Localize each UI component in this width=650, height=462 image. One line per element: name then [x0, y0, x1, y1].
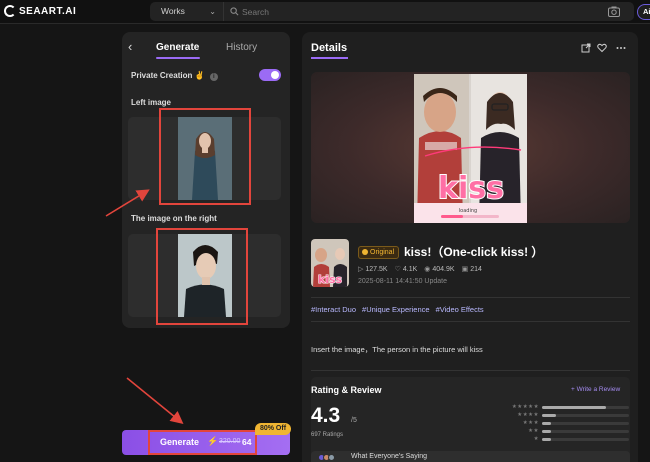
camera-icon[interactable] [608, 6, 620, 17]
divider [311, 321, 630, 322]
back-icon[interactable]: ‹ [128, 40, 132, 53]
rating-bar-row: ★★★★ [501, 411, 629, 419]
tag-unique-experience[interactable]: #Unique Experience [362, 305, 430, 314]
toggle-knob [271, 71, 279, 79]
rating-title: Rating & Review [311, 385, 382, 395]
discount-badge: 80% Off [255, 423, 291, 435]
search-input[interactable] [242, 4, 602, 19]
work-cover-thumbnail[interactable]: kiss [311, 239, 349, 287]
work-description: Insert the image，The person in the pictu… [311, 345, 483, 354]
chevron-down-icon: ⌄ [209, 7, 216, 16]
rating-score: 4.3 [311, 404, 341, 427]
works-dropdown[interactable]: Works ⌄ [150, 2, 224, 21]
annotation-box-left [159, 108, 251, 205]
rating-bar-track [542, 421, 629, 425]
rating-bar-row: ★ [501, 435, 629, 443]
preview-video[interactable]: kiss loading [311, 72, 630, 223]
active-tab-indicator [156, 57, 200, 59]
eye-icon: ◉ [424, 266, 431, 273]
tab-history[interactable]: History [226, 42, 257, 53]
ratings-count: 697 Ratings [311, 432, 344, 438]
rating-bar-fill [542, 421, 551, 425]
comment-icon: ▣ [461, 266, 469, 273]
private-creation-row: Private Creation ✌ i [131, 71, 218, 81]
details-panel: Details kiss loading kiss Original kiss!… [302, 32, 638, 462]
stars-icon: ★ [533, 436, 539, 442]
stat-comments: ▣ 214 [461, 266, 482, 273]
arrow-to-generate [126, 377, 184, 425]
write-review-link[interactable]: + Write a Review [571, 386, 620, 393]
search-icon [230, 7, 239, 16]
rating-distribution: ★★★★★ ★★★★ ★★★ ★★ ★ [501, 403, 629, 443]
reviewer-avatars [318, 454, 335, 461]
rating-bar-fill [542, 429, 551, 433]
original-badge: Original [358, 246, 400, 259]
cover-kiss-text: kiss [318, 273, 343, 286]
brand-name: SEAART.AI [19, 5, 77, 17]
share-icon[interactable] [581, 43, 591, 53]
work-stats: ▷ 127.5K ♡ 4.1K ◉ 404.9K ▣ 214 [358, 265, 482, 273]
brand-logo[interactable]: SEAART.AI [4, 5, 76, 17]
rating-bar-track [542, 437, 629, 441]
annotation-box-right [156, 228, 248, 325]
vip-icon: ✌ [194, 71, 205, 80]
stars-icon: ★★★ [522, 420, 539, 426]
works-label: Works [161, 6, 185, 16]
heart-icon[interactable] [597, 43, 607, 53]
right-image-label: The image on the right [131, 214, 217, 223]
divider [311, 297, 630, 298]
more-icon[interactable] [616, 43, 626, 53]
annotation-box-generate [148, 430, 257, 455]
ai-button[interactable]: Ai [637, 4, 650, 20]
stat-likes: ♡ 4.1K [394, 266, 418, 273]
rating-bar-fill [542, 413, 556, 417]
private-creation-toggle[interactable] [259, 69, 281, 81]
details-underline [311, 57, 348, 59]
rating-bar-track [542, 413, 629, 417]
stars-icon: ★★★★★ [511, 404, 539, 410]
rating-bar-track [542, 405, 629, 409]
details-title: Details [311, 42, 348, 54]
divider [311, 370, 630, 371]
rating-bar-row: ★★★ [501, 419, 629, 427]
everyone-saying-label: What Everyone's Saying [351, 453, 428, 460]
kiss-preview-image: kiss loading [414, 74, 527, 223]
left-image-label: Left image [131, 98, 172, 107]
everyone-saying-header[interactable]: What Everyone's Saying [311, 451, 630, 462]
rating-bar-row: ★★★★★ [501, 403, 629, 411]
cover-image: kiss [311, 239, 349, 287]
stars-icon: ★★★★ [517, 412, 539, 418]
info-icon[interactable]: i [209, 73, 218, 81]
generate-panel: ‹ Generate History Private Creation ✌ i … [122, 32, 290, 328]
tag-video-effects[interactable]: #Video Effects [436, 305, 484, 314]
panel-tabs: ‹ Generate History [122, 32, 290, 62]
play-icon: ▷ [358, 266, 364, 273]
logo-icon [4, 5, 16, 17]
stat-runs: ▷ 127.5K [358, 266, 388, 273]
avatar [328, 454, 335, 461]
tag-list: #Interact Duo #Unique Experience #Video … [311, 305, 484, 314]
rating-review-section: Rating & Review + Write a Review 4.3 /5 … [311, 377, 630, 462]
private-creation-label: Private Creation [131, 71, 193, 80]
search-bar: Works ⌄ [150, 2, 634, 21]
original-icon [362, 249, 368, 255]
stars-icon: ★★ [528, 428, 539, 434]
stat-views: ◉ 404.9K [424, 266, 455, 273]
update-time: 2025-08-11 14:41:50 Update [358, 278, 447, 285]
rating-bar-fill [542, 405, 607, 409]
rating-bar-track [542, 429, 629, 433]
like-icon: ♡ [394, 266, 401, 273]
work-title: kiss!（One-click kiss! ） [404, 245, 544, 259]
top-bar: SEAART.AI Works ⌄ Ai [0, 0, 650, 24]
rating-bar-row: ★★ [501, 427, 629, 435]
original-label: Original [370, 249, 395, 256]
hero-kiss-text: kiss [438, 171, 504, 206]
hero-loading-text: loading [459, 208, 477, 214]
rating-bar-fill [542, 437, 551, 441]
tag-interact-duo[interactable]: #Interact Duo [311, 305, 356, 314]
tab-generate[interactable]: Generate [156, 42, 199, 53]
rating-out-of: /5 [351, 417, 357, 424]
